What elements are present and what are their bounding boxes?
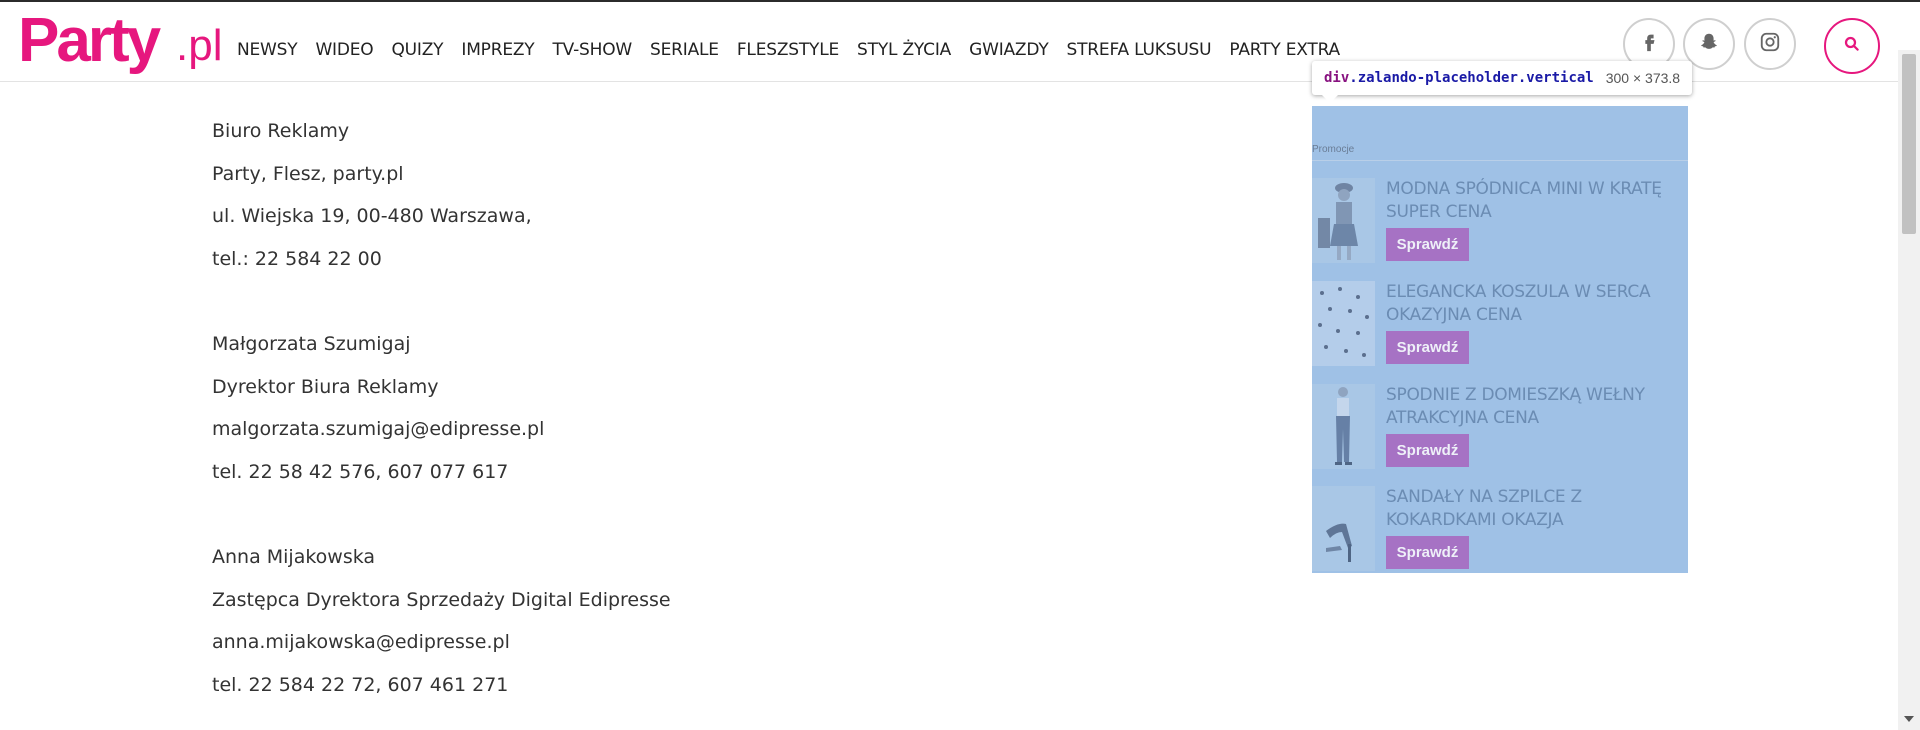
promo-check-button[interactable]: Sprawdź	[1386, 331, 1469, 364]
product-thumbnail-sandals[interactable]	[1312, 486, 1375, 571]
contact-address: ul. Wiejska 19, 00-480 Warszawa,	[212, 205, 532, 228]
scroll-down-icon[interactable]	[1904, 716, 1914, 722]
promo-item-title[interactable]: ELEGANCKA KOSZULA W SERCA OKAZYJNA CENA	[1386, 281, 1666, 327]
tooltip-dimensions: 300 × 373.8	[1605, 70, 1681, 86]
nav-item-quizy[interactable]: QUIZY	[392, 40, 444, 66]
tooltip-tag: div	[1324, 70, 1350, 86]
promo-item[interactable]: MODNA SPÓDNICA MINI W KRATĘ SUPER CENA S…	[1312, 178, 1688, 268]
nav-item-imprezy[interactable]: IMPREZY	[461, 40, 534, 66]
contact-phone: tel. 22 584 22 72, 607 461 271	[212, 673, 509, 696]
promo-item[interactable]: SANDAŁY NA SZPILCE Z KOKARDKAMI OKAZJA S…	[1312, 486, 1688, 576]
scrollbar-thumb[interactable]	[1902, 54, 1916, 234]
contact-phone: tel. 22 58 42 576, 607 077 617	[212, 460, 509, 483]
contact-block-biuro-reklamy: Biuro Reklamy Party, Flesz, party.pl ul.…	[212, 110, 1112, 280]
tooltip-pointer	[1322, 95, 1338, 103]
promo-item-title[interactable]: MODNA SPÓDNICA MINI W KRATĘ SUPER CENA	[1386, 178, 1666, 224]
main-nav: NEWSY WIDEO QUIZY IMPREZY TV-SHOW SERIAL…	[237, 40, 1358, 66]
instagram-icon	[1759, 31, 1781, 58]
nav-item-newsy[interactable]: NEWSY	[237, 40, 298, 66]
search-button[interactable]	[1824, 18, 1880, 74]
nav-item-seriale[interactable]: SERIALE	[650, 40, 719, 66]
logo-main-text: Party	[18, 6, 161, 75]
contact-role: Dyrektor Biura Reklamy	[212, 375, 439, 398]
tooltip-class: .zalando-placeholder.vertical	[1349, 70, 1594, 86]
snapchat-icon	[1698, 31, 1720, 58]
promo-item-title[interactable]: SANDAŁY NA SZPILCE Z KOKARDKAMI OKAZJA	[1386, 486, 1666, 532]
promo-divider	[1312, 160, 1688, 161]
product-thumbnail-trousers[interactable]	[1312, 384, 1375, 469]
contact-name: Anna Mijakowska	[212, 545, 376, 568]
contact-block-szumigaj: Małgorzata Szumigaj Dyrektor Biura Rekla…	[212, 323, 1112, 493]
nav-item-gwiazdy[interactable]: GWIAZDY	[969, 40, 1049, 66]
nav-item-strefa-luksusu[interactable]: STREFA LUKSUSU	[1067, 40, 1212, 66]
contact-name: Małgorzata Szumigaj	[212, 332, 411, 355]
promo-item[interactable]: ELEGANCKA KOSZULA W SERCA OKAZYJNA CENA …	[1312, 281, 1688, 371]
contact-heading: Biuro Reklamy	[212, 120, 350, 142]
nav-item-fleszstyle[interactable]: FLESZSTYLE	[737, 40, 839, 66]
contact-phone: tel.: 22 584 22 00	[212, 247, 382, 270]
nav-item-styl-zycia[interactable]: STYL ŻYCIA	[857, 40, 951, 66]
devtools-element-tooltip: div .zalando-placeholder.vertical 300 × 3…	[1312, 61, 1693, 95]
promo-check-button[interactable]: Sprawdź	[1386, 536, 1469, 569]
promo-label: Promocje	[1312, 144, 1355, 155]
facebook-icon	[1638, 31, 1660, 58]
logo-suffix-text: .pl	[176, 21, 223, 70]
instagram-button[interactable]	[1744, 18, 1796, 70]
promo-check-button[interactable]: Sprawdź	[1386, 228, 1469, 261]
contact-block-mijakowska: Anna Mijakowska Zastępca Dyrektora Sprze…	[212, 536, 1112, 706]
contact-email-link[interactable]: anna.mijakowska@edipresse.pl	[212, 621, 1112, 664]
contact-content: Biuro Reklamy Party, Flesz, party.pl ul.…	[212, 110, 1112, 706]
promo-item-title[interactable]: SPODNIE Z DOMIESZKĄ WEŁNY ATRAKCYJNA CEN…	[1386, 384, 1666, 430]
nav-item-tv-show[interactable]: TV-SHOW	[553, 40, 633, 66]
promo-item[interactable]: SPODNIE Z DOMIESZKĄ WEŁNY ATRAKCYJNA CEN…	[1312, 384, 1688, 474]
product-thumbnail-skirt[interactable]	[1312, 178, 1375, 263]
promo-check-button[interactable]: Sprawdź	[1386, 434, 1469, 467]
contact-line: Party, Flesz, party.pl	[212, 162, 404, 185]
contact-email-link[interactable]: malgorzata.szumigaj@edipresse.pl	[212, 408, 1112, 451]
contact-role: Zastępca Dyrektora Sprzedaży Digital Edi…	[212, 588, 671, 611]
search-icon	[1843, 35, 1861, 58]
nav-item-wideo[interactable]: WIDEO	[315, 40, 373, 66]
zalando-placeholder-highlight: Promocje MODNA SPÓDNICA MINI W KRATĘ SUP…	[1312, 106, 1688, 573]
product-thumbnail-shirt[interactable]	[1312, 281, 1375, 366]
